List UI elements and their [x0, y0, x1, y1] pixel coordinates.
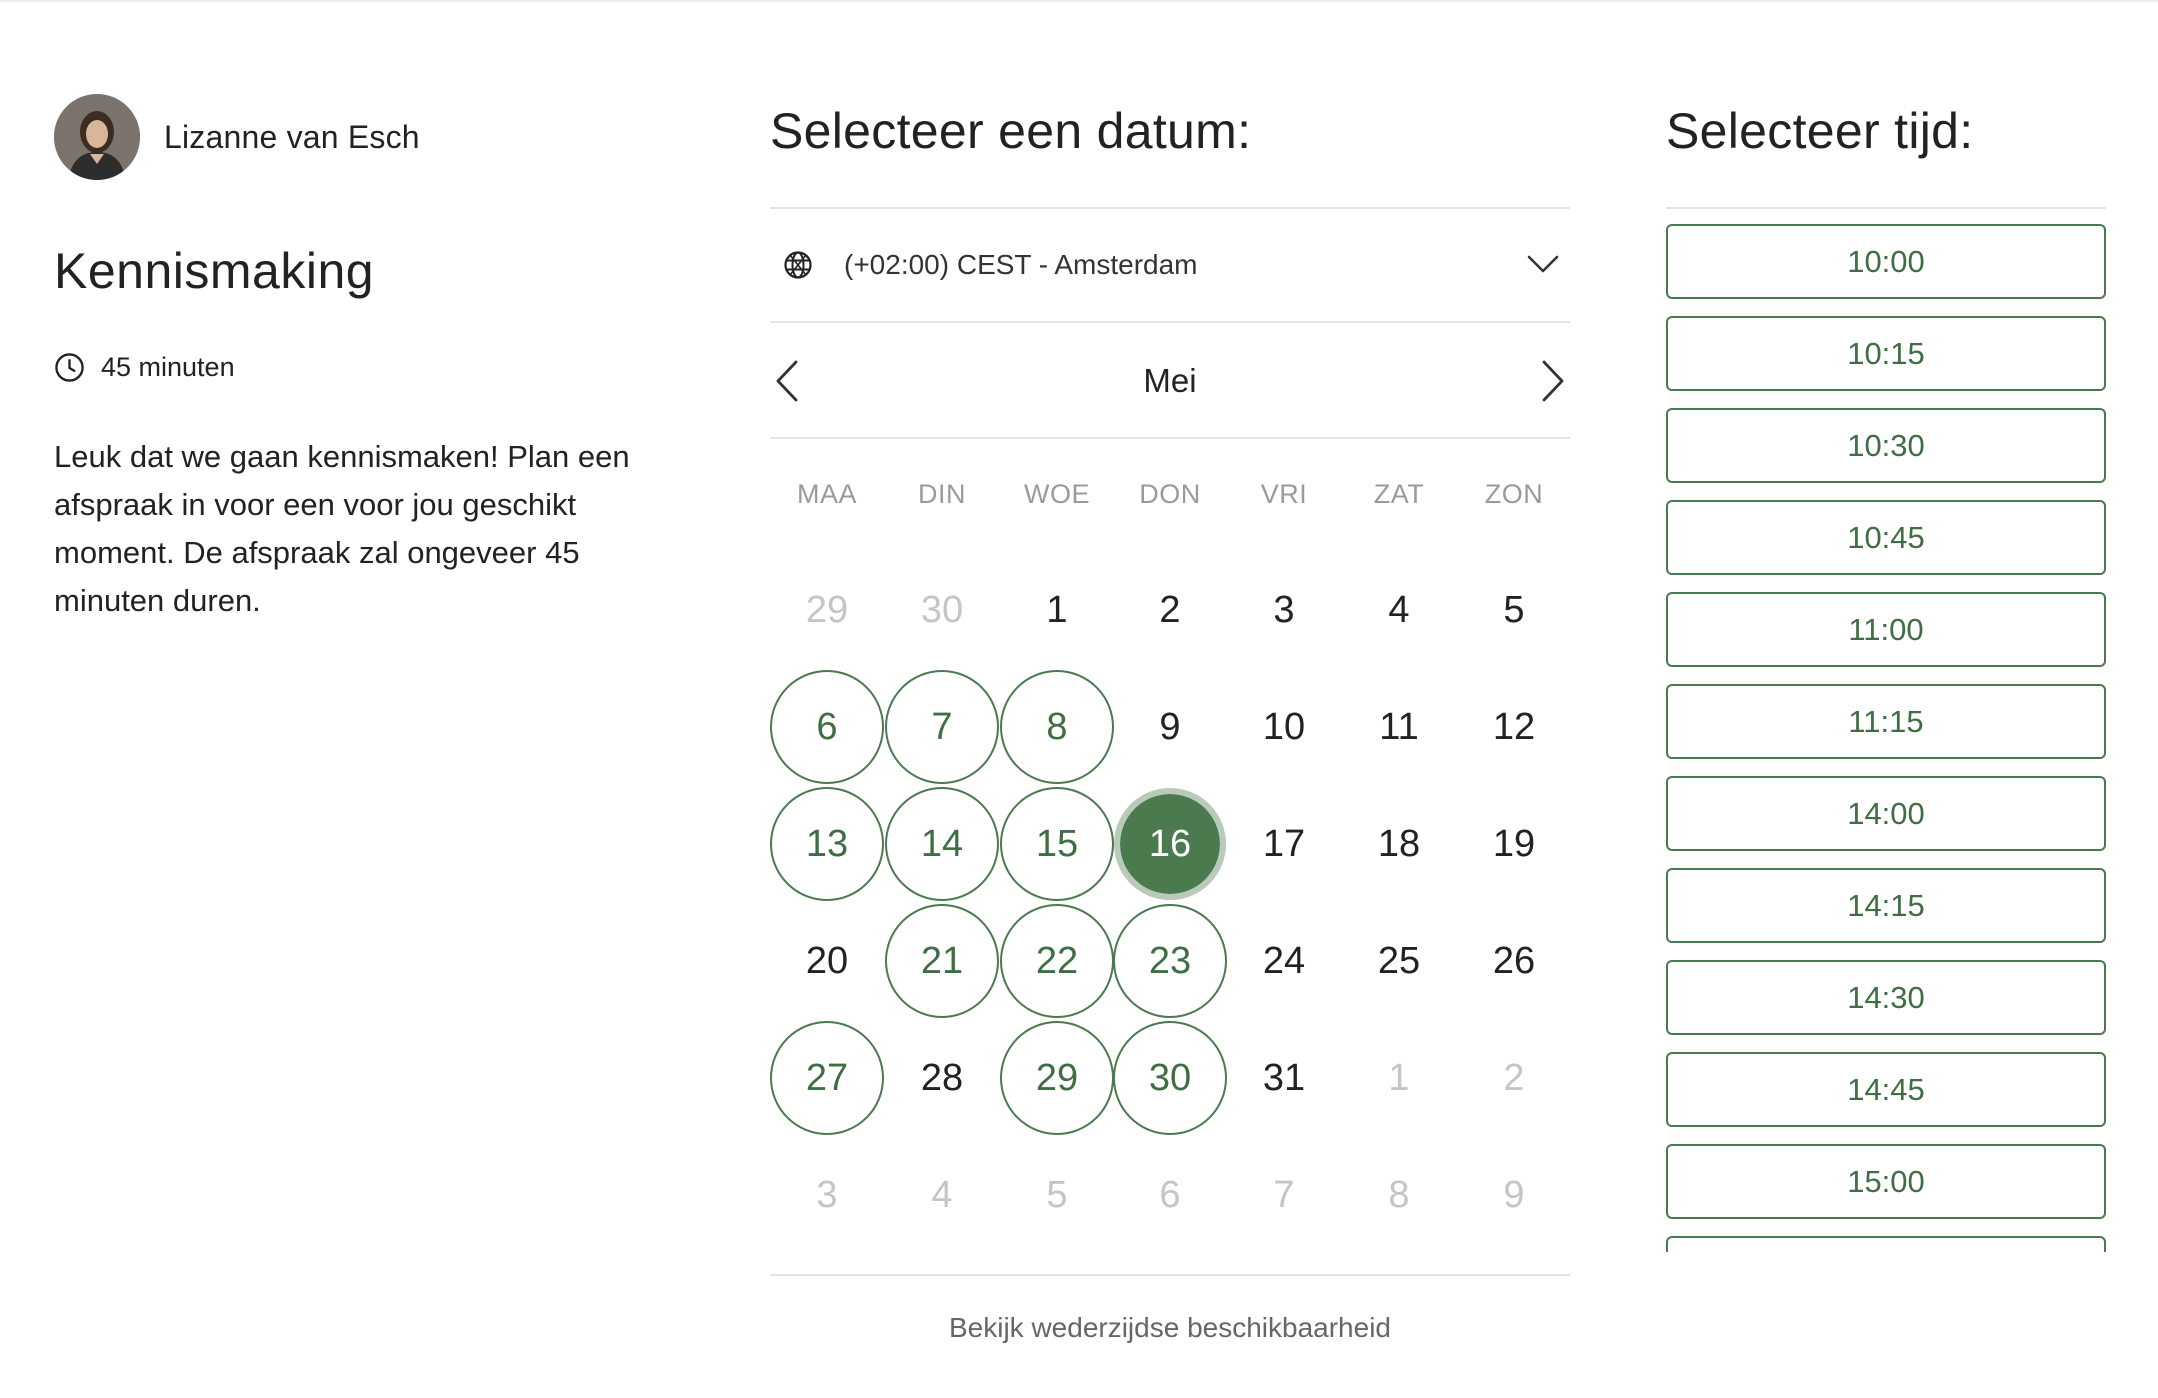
avatar [54, 94, 140, 180]
time-slot-button[interactable]: 14:00 [1666, 776, 2106, 851]
time-slot-button[interactable]: 15:00 [1666, 1144, 2106, 1219]
calendar-day: 31 [1262, 1056, 1306, 1099]
time-slot-button[interactable]: 14:15 [1666, 868, 2106, 943]
calendar-day-available[interactable]: 22 [1000, 904, 1114, 1018]
duration-label: 45 minuten [101, 352, 235, 382]
calendar-day: 1 [1388, 1056, 1410, 1099]
time-slot-button[interactable]: 10:00 [1666, 224, 2106, 299]
weekday-label: ZAT [1373, 479, 1425, 509]
time-slot-button[interactable] [1666, 1236, 2106, 1252]
calendar-day: 2 [1503, 1056, 1525, 1099]
calendar-day: 8 [1388, 1173, 1410, 1216]
date-picker: Selecteer een datum: (+02:00) CEST - Ams… [770, 94, 1570, 1343]
calendar-day-available[interactable]: 29 [1000, 1021, 1114, 1135]
calendar-day-available[interactable]: 23 [1113, 904, 1227, 1018]
weekday-label: WOE [1024, 479, 1090, 509]
calendar-day: 26 [1492, 939, 1536, 982]
event-title: Kennismaking [54, 243, 375, 299]
calendar-day-available[interactable]: 27 [770, 1021, 884, 1135]
calendar-day: 3 [816, 1173, 838, 1216]
time-slot-button[interactable]: 10:45 [1666, 500, 2106, 575]
calendar-day: 30 [920, 588, 964, 631]
calendar-day: 28 [920, 1056, 964, 1099]
time-slot-button[interactable]: 14:30 [1666, 960, 2106, 1035]
clock-icon [55, 353, 84, 382]
host-name: Lizanne van Esch [164, 118, 420, 155]
calendar-day: 19 [1492, 822, 1536, 865]
time-heading: Selecteer tijd: [1666, 103, 1974, 159]
calendar-day: 6 [1159, 1173, 1181, 1216]
globe-icon [784, 251, 812, 279]
calendar-day-available[interactable]: 13 [770, 787, 884, 901]
mutual-availability-link[interactable]: Bekijk wederzijdse beschikbaarheid [770, 1312, 1570, 1344]
calendar-day: 12 [1492, 705, 1536, 748]
calendar-day-available[interactable]: 7 [885, 670, 999, 784]
time-slot-button[interactable]: 10:30 [1666, 408, 2106, 483]
chevron-right-icon[interactable] [1530, 358, 1570, 404]
calendar-day: 20 [805, 939, 849, 982]
weekday-label: DON [1139, 479, 1201, 509]
calendar-day-available[interactable]: 14 [885, 787, 999, 901]
time-slot-button[interactable]: 11:15 [1666, 684, 2106, 759]
calendar-day: 1 [1046, 588, 1068, 631]
calendar-day: 5 [1046, 1173, 1068, 1216]
time-slot-list[interactable]: 10:00 10:15 10:30 10:45 11:00 11:15 14:00 14:15… [1666, 207, 2106, 1252]
duration-row: 45 minuten [54, 352, 694, 383]
calendar-day: 9 [1159, 705, 1181, 748]
weekday-label: MAA [796, 479, 857, 509]
timezone-label: (+02:00) CEST - Amsterdam [844, 249, 1198, 280]
weekday-label: VRI [1260, 479, 1308, 509]
calendar-day: 2 [1159, 588, 1181, 631]
event-info-panel: Lizanne van Esch Kennismaking 45 minuten… [54, 94, 694, 625]
event-description: Leuk dat we gaan kennismaken! Plan een a… [54, 439, 630, 618]
host-row: Lizanne van Esch [54, 94, 694, 180]
calendar-day: 18 [1377, 822, 1421, 865]
calendar-day: 5 [1503, 588, 1525, 631]
calendar-day-available[interactable]: 21 [885, 904, 999, 1018]
timezone-select[interactable]: (+02:00) CEST - Amsterdam [770, 207, 1570, 323]
time-slot-button[interactable]: 14:45 [1666, 1052, 2106, 1127]
calendar-bottom-divider [770, 1274, 1570, 1276]
time-slot-button[interactable]: 11:00 [1666, 592, 2106, 667]
calendar-day-available[interactable]: 30 [1113, 1021, 1227, 1135]
calendar-grid: 29 30 1 2 3 4 5 6 7 8 9 10 11 12 13 14 15 16 17 18 19 20 21 22 2… [770, 552, 1570, 1252]
calendar-day: 17 [1262, 822, 1306, 865]
calendar-day-available[interactable]: 15 [1000, 787, 1114, 901]
calendar-day: 24 [1262, 939, 1306, 982]
calendar-day: 4 [1388, 588, 1410, 631]
calendar-day-selected[interactable]: 16 [1114, 788, 1226, 900]
date-heading: Selecteer een datum: [770, 103, 1252, 159]
calendar-day-available[interactable]: 6 [770, 670, 884, 784]
month-navigation: Mei [770, 323, 1570, 439]
weekday-header: MAA DIN WOE DON VRI ZAT ZON [770, 479, 1570, 513]
calendar-day: 4 [931, 1173, 953, 1216]
month-label: Mei [1143, 362, 1197, 399]
calendar-day: 25 [1377, 939, 1421, 982]
calendar-day: 7 [1273, 1173, 1295, 1216]
time-picker: Selecteer tijd: 10:00 10:15 10:30 10:45 11:0… [1666, 94, 2106, 1252]
top-divider [0, 0, 2158, 2]
calendar-day: 29 [805, 588, 849, 631]
calendar-day: 9 [1503, 1173, 1525, 1216]
chevron-down-icon [1527, 255, 1559, 273]
time-slot-button[interactable]: 10:15 [1666, 316, 2106, 391]
calendar-day: 11 [1379, 705, 1419, 748]
calendar-day: 10 [1262, 705, 1306, 748]
weekday-label: DIN [918, 479, 966, 509]
calendar-day: 3 [1273, 588, 1295, 631]
calendar-day-available[interactable]: 8 [1000, 670, 1114, 784]
weekday-label: ZON [1484, 479, 1544, 509]
